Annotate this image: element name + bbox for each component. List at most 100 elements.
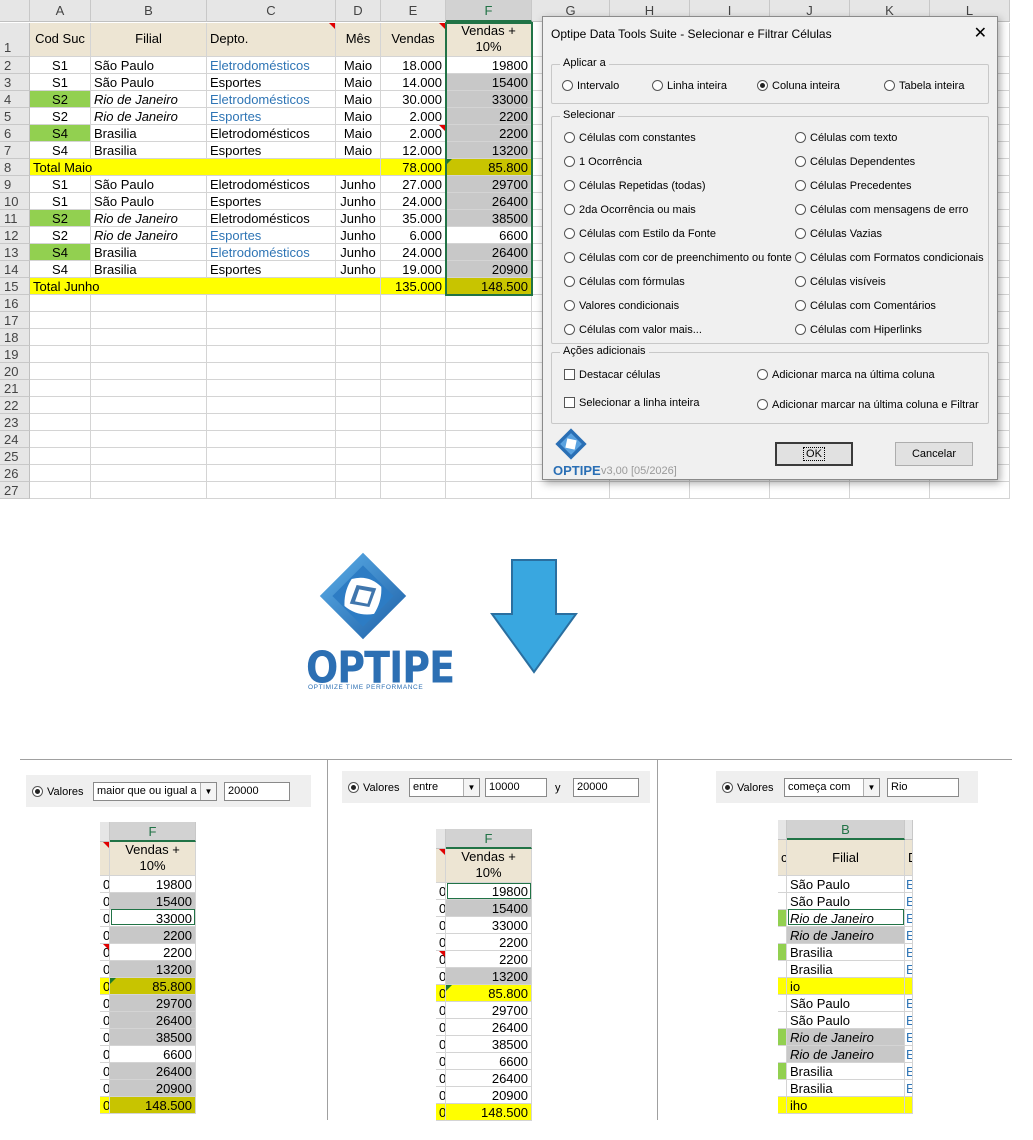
result-cell[interactable]: 38500 <box>110 1029 196 1046</box>
month-cell[interactable]: Maio <box>336 74 381 91</box>
operator-select[interactable]: entre ▼ <box>409 778 480 797</box>
branch-code-cell[interactable]: S2 <box>30 108 91 125</box>
result-cell[interactable]: 29700 <box>446 1002 532 1019</box>
result-cell[interactable]: São Paulo <box>787 893 905 910</box>
grid-cell[interactable] <box>336 414 381 431</box>
grid-cell[interactable] <box>336 363 381 380</box>
row-header[interactable]: 21 <box>0 380 30 397</box>
branch-name-cell[interactable]: Rio de Janeiro <box>91 227 207 244</box>
chevron-down-icon[interactable]: ▼ <box>863 779 879 796</box>
grid-cell[interactable] <box>30 312 91 329</box>
select-option-left-1[interactable]: 1 Ocorrência <box>564 155 642 169</box>
branch-name-cell[interactable]: Rio de Janeiro <box>91 91 207 108</box>
column-header[interactable]: C <box>207 0 336 22</box>
select-option-left-0[interactable]: Células com constantes <box>564 131 696 145</box>
total-sales[interactable]: 78.000 <box>381 159 446 176</box>
result-cell[interactable]: 20900 <box>446 1087 532 1104</box>
result-cell[interactable]: 13200 <box>110 961 196 978</box>
grid-cell[interactable] <box>850 482 930 499</box>
sales-cell[interactable]: 12.000 <box>381 142 446 159</box>
radio-icon[interactable] <box>564 132 575 143</box>
radio-icon[interactable] <box>564 204 575 215</box>
sales-cell[interactable]: 27.000 <box>381 176 446 193</box>
header-cell[interactable]: Filial <box>787 840 905 876</box>
sales-plus-cell[interactable]: 6600 <box>446 227 532 244</box>
grid-cell[interactable] <box>207 346 336 363</box>
grid-cell[interactable] <box>91 329 207 346</box>
result-cell[interactable]: 29700 <box>110 995 196 1012</box>
column-header[interactable]: E <box>381 0 446 22</box>
grid-cell[interactable] <box>446 363 532 380</box>
radio-icon[interactable] <box>795 300 806 311</box>
grid-cell[interactable] <box>207 482 336 499</box>
row-header[interactable]: 8 <box>0 159 30 176</box>
result-cell[interactable]: 38500 <box>446 1036 532 1053</box>
grid-cell[interactable] <box>381 380 446 397</box>
sales-cell[interactable]: 35.000 <box>381 210 446 227</box>
sales-cell[interactable]: 2.000 <box>381 108 446 125</box>
radio-icon[interactable] <box>795 204 806 215</box>
grid-cell[interactable] <box>91 363 207 380</box>
grid-cell[interactable] <box>446 380 532 397</box>
branch-name-cell[interactable]: Brasilia <box>91 125 207 142</box>
apply-entire-column-option[interactable]: Coluna inteira <box>757 79 840 93</box>
grid-cell[interactable] <box>381 414 446 431</box>
branch-code-cell[interactable]: S1 <box>30 57 91 74</box>
result-cell[interactable]: 6600 <box>446 1053 532 1070</box>
result-cell[interactable]: 15400 <box>110 893 196 910</box>
row-header[interactable]: 25 <box>0 448 30 465</box>
select-option-left-5[interactable]: Células com cor de preenchimento ou font… <box>564 251 792 265</box>
apply-interval-option[interactable]: Intervalo <box>562 79 619 93</box>
result-cell[interactable]: 19800 <box>446 883 532 900</box>
value-input[interactable]: 20000 <box>224 782 290 801</box>
grid-cell[interactable] <box>91 482 207 499</box>
total-label[interactable]: Total Maio <box>30 159 381 176</box>
highlight-cells-checkbox[interactable]: Destacar células <box>564 368 660 382</box>
grid-cell[interactable] <box>446 329 532 346</box>
grid-cell[interactable] <box>336 397 381 414</box>
select-option-right-5[interactable]: Células com Formatos condicionais <box>795 251 984 265</box>
row-header[interactable]: 10 <box>0 193 30 210</box>
values-radio[interactable]: Valores <box>32 785 83 799</box>
result-cell[interactable]: Rio de Janeiro <box>787 910 905 927</box>
result-cell[interactable]: São Paulo <box>787 1012 905 1029</box>
radio-icon[interactable] <box>562 80 573 91</box>
sales-plus-cell[interactable]: 19800 <box>446 57 532 74</box>
total-sales-plus[interactable]: 148.500 <box>446 278 532 295</box>
month-cell[interactable]: Maio <box>336 108 381 125</box>
sales-plus-cell[interactable]: 13200 <box>446 142 532 159</box>
result-cell[interactable]: 85.800 <box>446 985 532 1002</box>
header-cell-d[interactable]: Mês <box>336 23 381 57</box>
row-header[interactable]: 18 <box>0 329 30 346</box>
grid-cell[interactable] <box>91 295 207 312</box>
operator-select[interactable]: maior que ou igual a ▼ <box>93 782 217 801</box>
branch-name-cell[interactable]: São Paulo <box>91 74 207 91</box>
grid-cell[interactable] <box>91 431 207 448</box>
select-option-right-2[interactable]: Células Precedentes <box>795 179 912 193</box>
result-cell[interactable]: 6600 <box>110 1046 196 1063</box>
radio-icon[interactable] <box>795 276 806 287</box>
grid-cell[interactable] <box>336 465 381 482</box>
result-cell[interactable]: Rio de Janeiro <box>787 1046 905 1063</box>
grid-cell[interactable] <box>446 465 532 482</box>
radio-icon[interactable] <box>795 228 806 239</box>
branch-name-cell[interactable]: Rio de Janeiro <box>91 210 207 227</box>
grid-cell[interactable] <box>930 482 1010 499</box>
radio-icon[interactable] <box>564 300 575 311</box>
header-cell[interactable]: Vendas + 10% <box>446 849 532 883</box>
grid-cell[interactable] <box>207 312 336 329</box>
branch-code-cell[interactable]: S1 <box>30 74 91 91</box>
select-all-corner[interactable] <box>0 0 30 22</box>
row-header[interactable]: 2 <box>0 57 30 74</box>
department-cell[interactable]: Esportes <box>207 74 336 91</box>
result-cell[interactable]: 15400 <box>446 900 532 917</box>
grid-cell[interactable] <box>336 329 381 346</box>
total-sales[interactable]: 135.000 <box>381 278 446 295</box>
grid-cell[interactable] <box>30 482 91 499</box>
column-header[interactable]: D <box>336 0 381 22</box>
grid-cell[interactable] <box>336 380 381 397</box>
result-cell[interactable]: 148.500 <box>446 1104 532 1121</box>
radio-selected-icon[interactable] <box>722 782 733 793</box>
radio-selected-icon[interactable] <box>757 80 768 91</box>
grid-cell[interactable] <box>381 346 446 363</box>
